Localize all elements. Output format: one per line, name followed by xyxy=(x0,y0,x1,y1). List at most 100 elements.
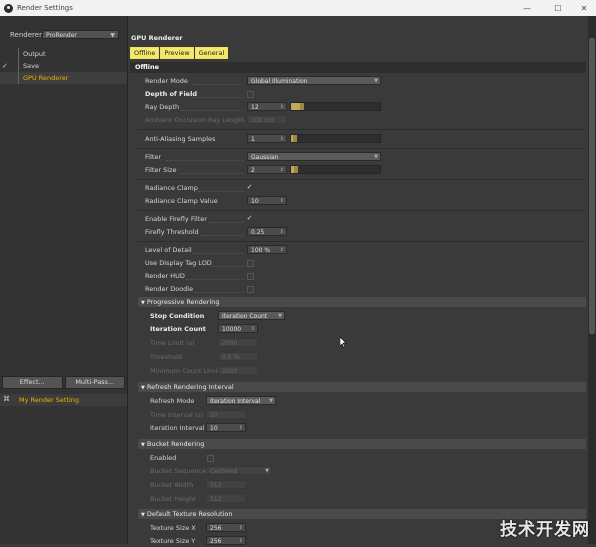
renderer-label: Renderer xyxy=(10,31,42,39)
settings-tree: Output ✓ Save GPU Renderer xyxy=(0,48,127,84)
stop-condition-label: Stop Condition xyxy=(150,312,205,320)
aa-samples-label: Anti-Aliasing Samples xyxy=(145,135,216,143)
tree-item-save[interactable]: ✓ Save xyxy=(0,60,127,72)
aa-samples-input[interactable]: 1 ⇕ xyxy=(247,134,287,143)
bucket-height-input: 512 xyxy=(206,494,246,503)
stop-condition-value: Iteration Count xyxy=(222,313,268,320)
bucket-sequence-select: Centered ▼ xyxy=(206,466,272,475)
filter-select[interactable]: Gaussian ▼ xyxy=(247,152,381,161)
stop-condition-select[interactable]: Iteration Count ▼ xyxy=(218,311,285,320)
refresh-mode-label: Refresh Mode xyxy=(150,397,195,405)
renderer-select[interactable]: ProRender ▼ xyxy=(42,30,119,39)
stepper-icon[interactable]: ⇕ xyxy=(280,166,284,173)
close-button[interactable]: ✕ xyxy=(570,0,596,16)
gpu-renderer-panel: GPU Renderer Offline Preview General Off… xyxy=(128,16,596,545)
time-interval-input: 10 xyxy=(206,410,246,419)
aa-samples-slider[interactable] xyxy=(290,134,381,143)
ray-depth-row: Ray Depth 12 ⇕ xyxy=(128,101,588,113)
render-setting-name: My Render Setting xyxy=(19,396,80,404)
time-limit-input: 2000 xyxy=(218,338,258,347)
chevron-down-icon: ▼ xyxy=(269,398,273,404)
tree-item-gpu-renderer[interactable]: GPU Renderer xyxy=(0,72,127,84)
iteration-interval-input[interactable]: 10 ⇕ xyxy=(206,423,246,432)
refresh-mode-row: Refresh Mode Iteration Interval ▼ xyxy=(128,395,588,407)
separator xyxy=(138,129,586,130)
filter-row: Filter Gaussian ▼ xyxy=(128,151,588,163)
render-mode-label: Render Mode xyxy=(145,77,188,85)
iteration-count-input[interactable]: 10000 ⇕ xyxy=(218,324,258,333)
stepper-icon[interactable]: ⇕ xyxy=(280,103,284,110)
renderer-value: ProRender xyxy=(46,32,77,39)
bucket-width-value: 512 xyxy=(210,482,222,489)
ray-depth-slider[interactable] xyxy=(290,102,381,111)
ray-depth-label: Ray Depth xyxy=(145,103,180,111)
stepper-icon[interactable]: ⇕ xyxy=(280,246,284,253)
bucket-enabled-checkbox[interactable] xyxy=(207,455,214,462)
triangle-down-icon: ▼ xyxy=(141,385,145,391)
ambient-occlusion-input: 100 cm xyxy=(247,115,287,124)
aa-samples-value: 1 xyxy=(251,136,255,143)
multi-pass-button[interactable]: Multi-Pass... xyxy=(64,376,125,389)
render-doodle-row: Render Doodle xyxy=(128,283,588,295)
stepper-icon[interactable]: ⇕ xyxy=(239,424,243,431)
scrollbar-thumb[interactable] xyxy=(589,38,595,334)
refresh-interval-group[interactable]: ▼ Refresh Rendering Interval xyxy=(138,382,586,392)
vertical-scrollbar[interactable] xyxy=(588,16,596,544)
bucket-width-label: Bucket Width xyxy=(150,481,194,489)
stop-condition-row: Stop Condition Iteration Count ▼ xyxy=(128,310,588,322)
slider-knob[interactable] xyxy=(292,135,297,142)
tree-connector xyxy=(18,48,19,60)
triangle-down-icon: ▼ xyxy=(141,300,145,306)
render-hud-checkbox[interactable] xyxy=(247,273,254,280)
tab-general[interactable]: General xyxy=(194,47,229,59)
render-doodle-checkbox[interactable] xyxy=(247,286,254,293)
level-of-detail-label: Level of Detail xyxy=(145,246,192,254)
effect-button[interactable]: Effect... xyxy=(2,376,63,389)
slider-knob[interactable] xyxy=(299,103,304,110)
tab-offline[interactable]: Offline xyxy=(130,47,160,59)
firefly-threshold-input[interactable]: 0.25 ⇕ xyxy=(247,227,287,236)
ray-depth-input[interactable]: 12 ⇕ xyxy=(247,102,287,111)
tab-preview[interactable]: Preview xyxy=(160,47,194,59)
stepper-icon[interactable]: ⇕ xyxy=(280,135,284,142)
texture-size-x-input[interactable]: 256 ⇕ xyxy=(206,523,246,532)
maximize-button[interactable]: ☐ xyxy=(544,0,572,16)
firefly-threshold-label: Firefly Threshold xyxy=(145,228,199,236)
minimum-count-row: Minimum Count Limit 1000 xyxy=(128,365,588,377)
watermark-logo: 技术开发网 xyxy=(500,520,590,540)
threshold-row: Threshold 0.5 % xyxy=(128,351,588,363)
radiance-clamp-label: Radiance Clamp xyxy=(145,184,198,192)
stepper-icon[interactable]: ⇕ xyxy=(251,325,255,332)
render-setting-item[interactable]: ⌘ My Render Setting xyxy=(0,394,127,406)
depth-of-field-checkbox[interactable] xyxy=(247,91,254,98)
filter-size-input[interactable]: 2 ⇕ xyxy=(247,165,287,174)
progressive-rendering-group[interactable]: ▼ Progressive Rendering xyxy=(138,297,586,307)
slider-knob[interactable] xyxy=(294,166,299,173)
enable-firefly-checkbox[interactable]: ✓ xyxy=(246,215,253,222)
minimize-button[interactable]: — xyxy=(513,0,541,16)
settings-sidebar: Renderer ProRender ▼ Output ✓ Save GPU R… xyxy=(0,16,128,544)
leader-dots xyxy=(194,96,244,98)
window-titlebar: Render Settings — ☐ ✕ xyxy=(0,0,596,16)
leader-dots xyxy=(180,109,244,111)
use-display-tag-lod-checkbox[interactable] xyxy=(247,260,254,267)
stepper-icon[interactable]: ⇕ xyxy=(239,524,243,531)
tree-item-output[interactable]: Output xyxy=(0,48,127,60)
render-mode-select[interactable]: Global Illumination ▼ xyxy=(247,76,381,85)
filter-size-slider[interactable] xyxy=(290,165,381,174)
filter-value: Gaussian xyxy=(251,154,279,161)
level-of-detail-value: 100 % xyxy=(251,247,271,254)
check-icon[interactable]: ✓ xyxy=(2,60,8,72)
refresh-mode-select[interactable]: Iteration Interval ▼ xyxy=(206,396,276,405)
separator xyxy=(138,179,586,180)
texture-size-x-value: 256 xyxy=(210,525,222,532)
iteration-interval-value: 10 xyxy=(210,425,218,432)
radiance-clamp-value-input[interactable]: 10 ⇕ xyxy=(247,196,287,205)
mouse-cursor-icon xyxy=(340,337,347,348)
bucket-rendering-group[interactable]: ▼ Bucket Rendering xyxy=(138,439,586,449)
level-of-detail-input[interactable]: 100 % ⇕ xyxy=(247,245,287,254)
tree-item-label: GPU Renderer xyxy=(23,74,69,82)
stepper-icon[interactable]: ⇕ xyxy=(280,197,284,204)
radiance-clamp-checkbox[interactable]: ✓ xyxy=(246,184,253,191)
stepper-icon[interactable]: ⇕ xyxy=(280,228,284,235)
